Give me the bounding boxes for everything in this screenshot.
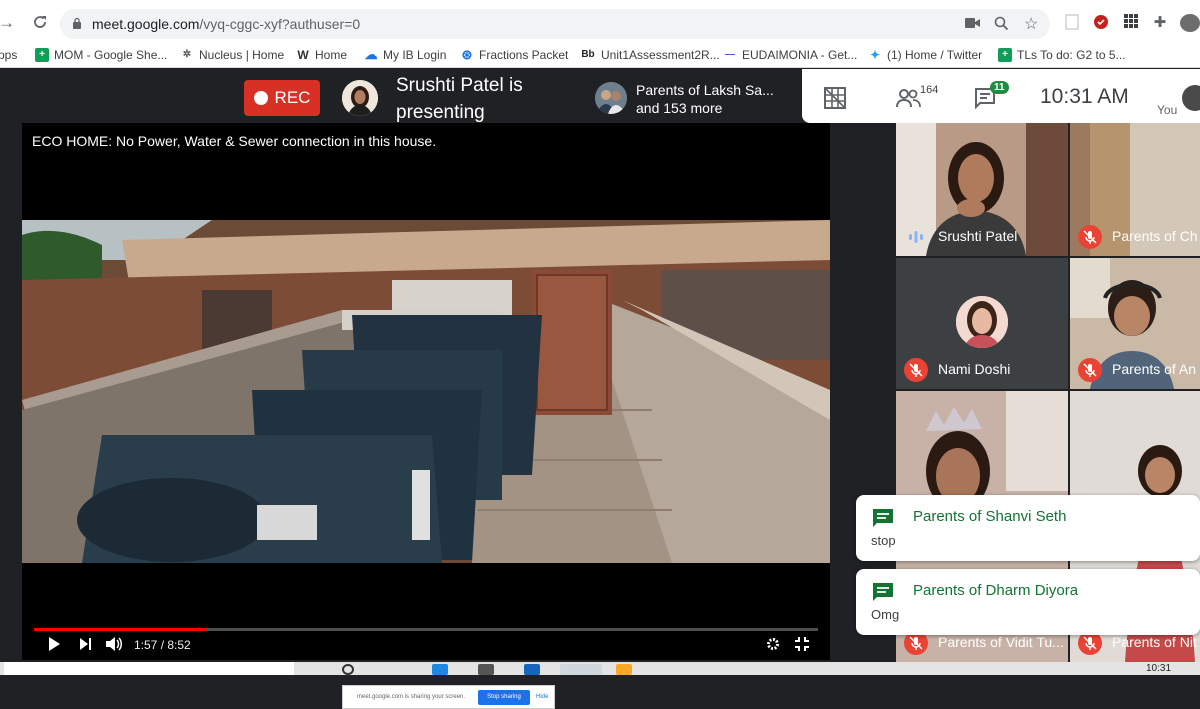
bookmark-star-icon[interactable]: ☆ — [1024, 14, 1038, 34]
chat-notification[interactable]: Parents of Shanvi Seth stop — [856, 495, 1200, 561]
extension-blank-icon[interactable] — [1063, 14, 1081, 32]
bb-icon: Bb — [581, 49, 595, 60]
fractions-icon: ⊛ — [461, 47, 473, 62]
windows-taskbar: 10:31 — [0, 662, 1200, 675]
play-icon[interactable] — [48, 637, 60, 654]
bookmark-unit1[interactable]: Bb Unit1Assessment2R... — [580, 48, 719, 62]
participants-icon[interactable] — [896, 88, 922, 113]
participant-tile[interactable]: Parents of Ch — [1070, 123, 1200, 256]
nucleus-icon: ✲ — [182, 49, 192, 60]
exit-fullscreen-icon[interactable] — [795, 637, 809, 654]
extension-shield-icon[interactable] — [1092, 14, 1110, 32]
share-message: meet.google.com is sharing your screen. — [357, 694, 466, 700]
profile-avatar[interactable] — [1180, 14, 1200, 32]
w-icon: W — [297, 48, 309, 62]
sheets-icon: + — [35, 48, 49, 62]
participant-tile[interactable]: Srushti Patel — [896, 123, 1068, 256]
meeting-top-bar: 164 11 10:31 AM You — [802, 69, 1200, 123]
sheets-icon: + — [998, 48, 1012, 62]
bookmark-mom-sheet[interactable]: + MOM - Google She... — [35, 48, 167, 62]
screen-share-banner: meet.google.com is sharing your screen. … — [342, 685, 555, 709]
video-frame[interactable] — [22, 220, 830, 563]
next-icon[interactable] — [80, 637, 92, 653]
browser-toolbar: → meet.google.com/vyq-cggc-xyf?authuser=… — [0, 0, 1200, 44]
meet-window: REC Srushti Patel is presenting Parents … — [0, 69, 1200, 709]
participant-name: Srushti Patel — [938, 228, 1018, 244]
file-explorer-icon[interactable] — [616, 664, 632, 675]
participant-name: Nami Doshi — [938, 361, 1011, 377]
bookmark-home[interactable]: W Home — [296, 48, 347, 62]
hide-button[interactable]: Hide — [536, 694, 548, 700]
chat-sender: Parents of Shanvi Seth — [913, 508, 1067, 525]
chat-message: Omg — [871, 607, 900, 622]
you-label: You — [1157, 103, 1178, 117]
participants-count: 164 — [920, 84, 939, 96]
task-view-icon[interactable] — [342, 664, 354, 675]
participant-name: Parents of Vidit Tu... — [938, 634, 1064, 650]
bookmark-ib-login[interactable]: ☁ My IB Login — [364, 47, 447, 63]
mic-off-icon — [1078, 225, 1102, 249]
bookmarks-bar: pps + MOM - Google She... ✲ Nucleus | Home… — [0, 44, 1200, 68]
taskbar-clock: 10:31 — [1146, 663, 1172, 674]
bookmark-fractions[interactable]: ⊛ Fractions Packet — [460, 47, 569, 63]
speaking-icon — [909, 231, 923, 243]
chat-message: stop — [871, 533, 896, 548]
video-time: 1:57 / 8:52 — [134, 638, 191, 652]
chat-sender: Parents of Dharm Diyora — [913, 582, 1079, 599]
chat-badge: 11 — [990, 81, 1009, 94]
video-progress-bar[interactable] — [34, 628, 818, 631]
extension-grid-icon[interactable] — [1122, 14, 1140, 32]
mic-off-icon — [904, 358, 928, 382]
raised-hand-avatar — [595, 82, 627, 114]
zoom-icon[interactable] — [994, 16, 1009, 34]
chat-message-icon — [873, 583, 893, 601]
extensions-puzzle-icon[interactable]: ✚ — [1151, 14, 1169, 32]
meeting-clock: 10:31 AM — [1040, 85, 1129, 108]
camera-icon[interactable] — [965, 16, 981, 32]
participant-tile[interactable]: Parents of An — [1070, 258, 1200, 389]
taskbar-search-box[interactable] — [4, 662, 294, 675]
raise-line-1: Parents of Laksh Sa... — [636, 82, 774, 98]
dash-icon: — — [725, 49, 735, 60]
chrome-taskbar-icon[interactable] — [560, 664, 602, 675]
presentation-stage: ECO HOME: No Power, Water & Sewer connec… — [22, 123, 830, 709]
chat-notification[interactable]: Parents of Dharm Diyora Omg — [856, 569, 1200, 635]
lock-icon — [73, 17, 81, 29]
video-progress-fill — [34, 628, 207, 631]
url-text: meet.google.com/vyq-cggc-xyf?authuser=0 — [92, 16, 361, 32]
presenter-avatar — [342, 80, 378, 116]
twitter-icon: ✦ — [869, 48, 881, 62]
participant-name: Parents of Nit — [1112, 634, 1197, 650]
record-dot-icon — [253, 91, 268, 105]
raised-hands-notice[interactable]: Parents of Laksh Sa... and 153 more — [587, 72, 801, 124]
reload-icon[interactable] — [32, 14, 48, 33]
video-title: ECO HOME: No Power, Water & Sewer connec… — [32, 133, 437, 149]
edge-icon[interactable] — [432, 664, 448, 675]
participant-name: Parents of Ch — [1112, 228, 1198, 244]
bookmark-eudaimonia[interactable]: — EUDAIMONIA - Get... — [723, 48, 857, 62]
recording-indicator: REC — [244, 80, 320, 116]
bookmark-twitter[interactable]: ✦ (1) Home / Twitter — [868, 48, 982, 62]
mic-off-icon — [1078, 358, 1102, 382]
mail-icon[interactable] — [524, 664, 540, 675]
volume-icon[interactable] — [106, 637, 124, 654]
self-avatar[interactable] — [1182, 85, 1200, 111]
participant-avatar — [956, 296, 1008, 348]
chat-message-icon — [873, 509, 893, 527]
rec-label: REC — [274, 88, 311, 107]
address-bar[interactable]: meet.google.com/vyq-cggc-xyf?authuser=0 … — [60, 9, 1050, 39]
presenting-status: Srushti Patel is presenting — [396, 75, 523, 123]
layout-grid-icon[interactable] — [824, 87, 846, 114]
stop-sharing-button[interactable]: Stop sharing — [478, 690, 530, 705]
participant-tile[interactable]: Nami Doshi — [896, 258, 1068, 389]
participant-name: Parents of An — [1112, 361, 1197, 377]
bookmark-nucleus[interactable]: ✲ Nucleus | Home — [180, 48, 284, 62]
bookmark-apps[interactable]: pps — [0, 48, 17, 62]
raise-line-2: and 153 more — [636, 100, 723, 116]
store-icon[interactable] — [478, 664, 494, 675]
forward-arrow-icon[interactable]: → — [0, 14, 15, 31]
bookmark-tls-todo[interactable]: + TLs To do: G2 to 5... — [998, 48, 1126, 62]
settings-gear-icon[interactable] — [766, 637, 780, 654]
cloud-icon: ☁ — [364, 47, 378, 62]
